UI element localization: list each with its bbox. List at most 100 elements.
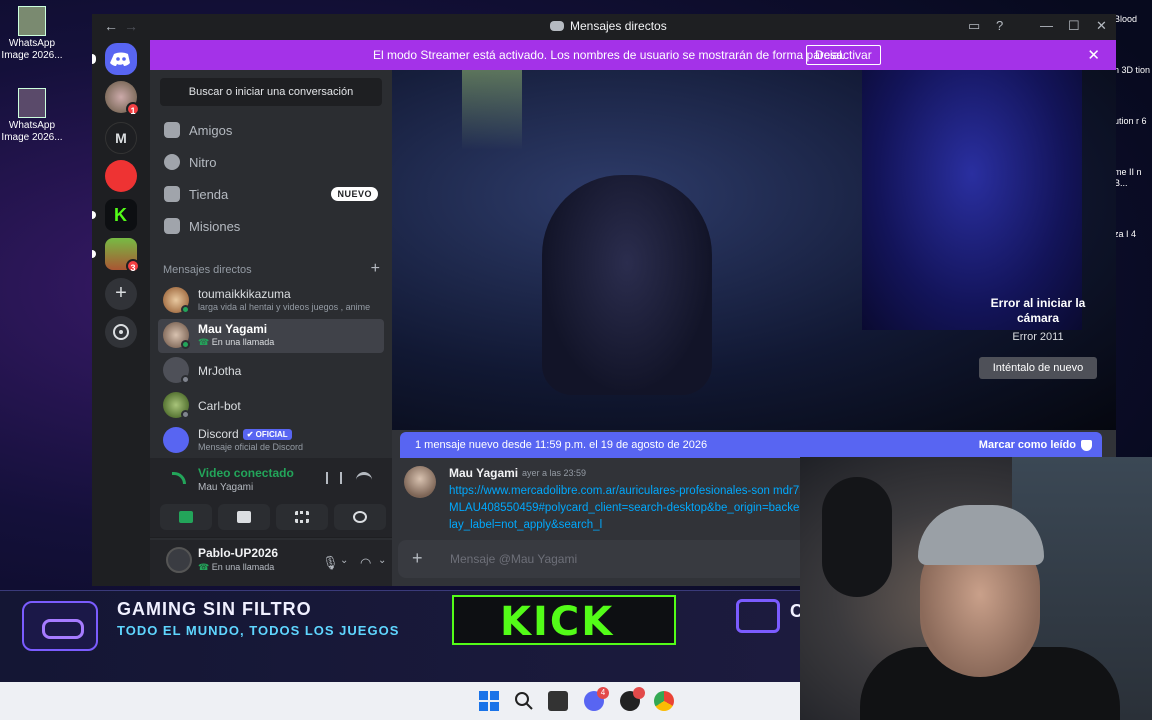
search-icon[interactable] bbox=[514, 691, 534, 711]
dm-item-mau-yagami[interactable]: Mau Yagami ☎ En una llamada bbox=[158, 319, 384, 353]
dm-item-carl-bot[interactable]: Carl-bot bbox=[158, 389, 384, 423]
add-attachment-icon[interactable]: + bbox=[412, 549, 423, 567]
camera-icon bbox=[179, 511, 193, 523]
close-window-button[interactable]: ✕ bbox=[1096, 18, 1107, 34]
voice-state[interactable]: Video conectado bbox=[198, 466, 294, 480]
avatar[interactable] bbox=[404, 466, 436, 498]
task-view-icon[interactable] bbox=[548, 691, 568, 711]
voice-connection-panel: Video conectado Mau Yagami bbox=[150, 458, 392, 538]
nav-label: Tienda bbox=[189, 187, 229, 202]
headphones-icon[interactable]: ◠ bbox=[360, 555, 371, 571]
unread-indicator bbox=[92, 211, 96, 219]
add-server-icon[interactable]: + bbox=[105, 278, 137, 310]
chrome-icon[interactable] bbox=[654, 691, 674, 711]
discord-logo-icon bbox=[550, 21, 564, 31]
discord-taskbar-icon[interactable]: 4 bbox=[584, 687, 609, 711]
nav-shop[interactable]: Tienda NUEVO bbox=[158, 179, 384, 209]
mark-read-icon bbox=[1081, 440, 1092, 451]
dm-item-discord[interactable]: Discord ✔ OFICIAL Mensaje oficial de Disc… bbox=[158, 424, 384, 458]
new-messages-bar[interactable]: 1 mensaje nuevo desde 11:59 p.m. el 19 d… bbox=[400, 432, 1102, 458]
dm-item-toumaikkikazuma[interactable]: toumaikkikazuma larga vida al hentai y v… bbox=[158, 284, 384, 318]
dm-name: MrJotha bbox=[198, 364, 242, 378]
search-conversation-input[interactable]: Buscar o iniciar una conversación bbox=[160, 78, 382, 106]
explore-servers-icon[interactable] bbox=[105, 316, 137, 348]
image-file-icon bbox=[18, 88, 46, 118]
video-call-stream[interactable]: Error al iniciar la cámara Error 2011 In… bbox=[392, 70, 1116, 430]
activities-button[interactable] bbox=[276, 504, 328, 530]
voice-channel[interactable]: Mau Yagami bbox=[198, 482, 253, 493]
help-icon[interactable]: ? bbox=[996, 18, 1003, 33]
streamer-mode-banner: El modo Streamer está activado. Los nomb… bbox=[150, 40, 1116, 70]
desktop-icon-label[interactable]: za I 4 bbox=[1114, 229, 1152, 240]
desktop-icon-whatsapp-image-2[interactable]: WhatsApp Image 2026... bbox=[0, 88, 64, 144]
chevron-down-icon[interactable]: ⌄ bbox=[340, 555, 348, 566]
screen-share-button[interactable] bbox=[218, 504, 270, 530]
nav-nitro[interactable]: Nitro bbox=[158, 147, 384, 177]
streamer-facecam bbox=[800, 457, 1152, 720]
windows-start-icon[interactable] bbox=[479, 691, 499, 711]
server-m[interactable]: M bbox=[105, 122, 137, 154]
dm-status: larga vida al hentai y videos juegos , a… bbox=[198, 302, 371, 312]
desktop-icon-whatsapp-image-1[interactable]: WhatsApp Image 2026... bbox=[0, 6, 64, 62]
unread-badge: 1 bbox=[126, 102, 140, 116]
mark-as-read-button[interactable]: Marcar como leído bbox=[979, 439, 1076, 451]
minimize-button[interactable]: — bbox=[1040, 18, 1053, 33]
desktop-icon-label[interactable]: n 3D tion bbox=[1114, 65, 1152, 76]
desktop-icon-label[interactable]: Blood bbox=[1114, 14, 1152, 25]
phone-icon: ☎ bbox=[198, 337, 210, 347]
close-banner-icon[interactable]: ✕ bbox=[1087, 46, 1100, 64]
camera-button[interactable] bbox=[160, 504, 212, 530]
forward-button[interactable]: → bbox=[124, 18, 138, 34]
create-dm-icon[interactable]: + bbox=[371, 260, 380, 278]
dm-item-mrjotha[interactable]: MrJotha bbox=[158, 354, 384, 388]
desktop-right-icons: Blood n 3D tion ution r 6 me II n B... z… bbox=[1114, 14, 1152, 280]
promo-subtitle: TODO EL MUNDO, TODOS LOS JUEGOS bbox=[117, 623, 400, 638]
message-link[interactable]: https://www.mercadolibre.com.ar/auricula… bbox=[449, 483, 844, 534]
message-input[interactable]: Mensaje @Mau Yagami bbox=[450, 552, 577, 566]
dm-name: Carl-bot bbox=[198, 399, 241, 413]
wall-poster bbox=[862, 70, 1082, 330]
taskbar: 4 bbox=[0, 682, 800, 720]
server-red[interactable] bbox=[105, 160, 137, 192]
disable-streamer-button[interactable]: Desactivar bbox=[806, 45, 881, 65]
user-status-text: En una llamada bbox=[211, 562, 275, 572]
inbox-icon[interactable]: ▭ bbox=[968, 18, 980, 34]
avatar[interactable] bbox=[166, 547, 192, 573]
streamer-mode-text: El modo Streamer está activado. Los nomb… bbox=[373, 48, 846, 62]
server-kick[interactable]: K bbox=[105, 199, 137, 231]
message-composer[interactable]: + Mensaje @Mau Yagami bbox=[398, 540, 838, 578]
screen-share-icon bbox=[237, 511, 251, 523]
microphone-icon[interactable]: 🎙 bbox=[322, 555, 339, 571]
image-file-icon bbox=[18, 6, 46, 36]
message-author[interactable]: Mau Yagami bbox=[449, 466, 518, 480]
nav-quests[interactable]: Misiones bbox=[158, 211, 384, 241]
desktop-icon-label: WhatsApp Image 2026... bbox=[1, 120, 63, 143]
dm-sidebar: Buscar o iniciar una conversación Amigos… bbox=[150, 70, 413, 586]
dm-name: Discord ✔ OFICIAL bbox=[198, 427, 292, 441]
quests-icon bbox=[164, 218, 180, 234]
direct-messages-home-icon[interactable] bbox=[105, 43, 137, 75]
nav-label: Amigos bbox=[189, 123, 233, 138]
soundboard-button[interactable] bbox=[334, 504, 386, 530]
nitro-icon bbox=[164, 154, 180, 170]
app-taskbar-icon[interactable] bbox=[620, 687, 645, 711]
server-minecraft[interactable]: 3 bbox=[105, 238, 140, 273]
user-status: ☎ En una llamada bbox=[198, 562, 274, 573]
retry-camera-button[interactable]: Inténtalo de nuevo bbox=[979, 357, 1097, 379]
chevron-down-icon[interactable]: ⌄ bbox=[378, 555, 386, 566]
desktop-icon-label[interactable]: me II n B... bbox=[1114, 167, 1152, 189]
nav-friends[interactable]: Amigos bbox=[158, 115, 384, 145]
window-title: Mensajes directos bbox=[550, 19, 667, 33]
disconnect-icon[interactable] bbox=[356, 472, 372, 484]
noise-suppression-icon[interactable] bbox=[326, 472, 342, 484]
desktop-icon-label[interactable]: ution r 6 bbox=[1114, 116, 1152, 127]
kick-logo-text: KICK bbox=[500, 599, 615, 645]
maximize-button[interactable]: ☐ bbox=[1068, 18, 1080, 34]
official-badge: ✔ OFICIAL bbox=[242, 429, 292, 440]
dm-name-text: Discord bbox=[198, 427, 239, 441]
dm-name: toumaikkikazuma bbox=[198, 287, 291, 301]
back-button[interactable]: ← bbox=[104, 18, 118, 34]
server-avatar-1[interactable]: 1 bbox=[105, 81, 140, 116]
user-panel: Pablo-UP2026 ☎ En una llamada 🎙 ⌄ ◠ ⌄ ⚙ bbox=[150, 540, 413, 586]
username[interactable]: Pablo-UP2026 bbox=[198, 546, 278, 560]
